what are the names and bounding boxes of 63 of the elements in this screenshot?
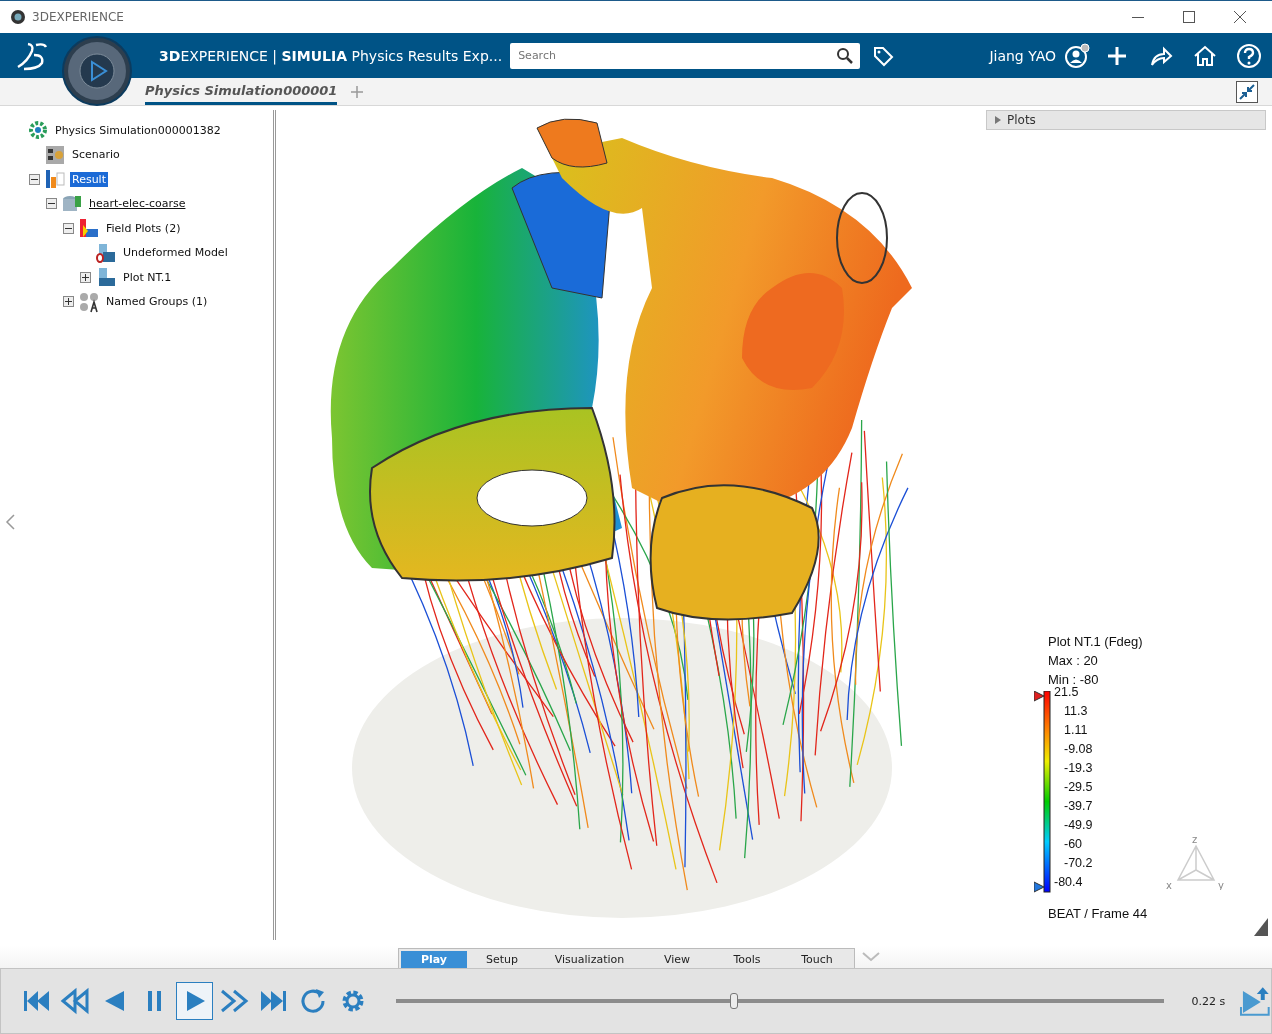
- scale-tick-label: -39.7: [1064, 798, 1093, 815]
- axis-label: x: [1166, 880, 1172, 890]
- collapse-icon[interactable]: [1236, 80, 1258, 103]
- scale-tick-label: -60: [1064, 836, 1084, 853]
- toolbar-tab[interactable]: Visualization: [537, 951, 642, 968]
- legend-max: Max : 20: [1048, 652, 1099, 670]
- tree-item[interactable]: Scenario: [70, 147, 122, 163]
- collapse-toggle-icon[interactable]: [46, 198, 57, 210]
- legend-title: Plot NT.1 (Fdeg): [1048, 633, 1144, 651]
- plots-panel-header[interactable]: Plots: [986, 110, 1266, 130]
- toolbar-tab[interactable]: View: [642, 951, 712, 968]
- tree-item[interactable]: Plot NT.1: [121, 269, 174, 285]
- scale-tick-label: 21.5: [1054, 684, 1080, 701]
- app-title: 3DEXPERIENCE | SIMULIA Physics Results Exp...: [159, 46, 503, 66]
- scale-tick-label: 1.11: [1064, 722, 1089, 739]
- frame-label: BEAT / Frame 44: [1048, 905, 1148, 923]
- legend-min: Min : -80: [1048, 671, 1100, 687]
- result-icon: [44, 168, 66, 191]
- scale-tick-label: -19.3: [1064, 760, 1093, 777]
- close-icon: [1233, 11, 1246, 23]
- expand-toggle-icon[interactable]: [63, 296, 74, 308]
- tree-item[interactable]: Field Plots (2): [104, 220, 183, 236]
- add-tab-icon[interactable]: [351, 85, 364, 98]
- scale-tick-label: -49.9: [1064, 817, 1093, 834]
- tree-item[interactable]: heart-elec-coarse: [87, 196, 188, 212]
- scale-tick-label: -70.2: [1064, 855, 1093, 872]
- expand-toggle-icon[interactable]: [80, 271, 91, 283]
- axis-label: z: [1192, 834, 1198, 845]
- scale-tick-label: 11.3: [1064, 703, 1089, 720]
- tree-item[interactable]: Physics Simulation000001382: [53, 122, 223, 138]
- scale-tick-label: -80.4: [1054, 874, 1084, 891]
- model-icon: [95, 241, 117, 264]
- play-button[interactable]: [175, 982, 214, 1020]
- help-icon[interactable]: [1236, 42, 1262, 69]
- resize-handle-icon[interactable]: [1254, 918, 1268, 936]
- caret-icon: [995, 116, 1001, 124]
- tree-item[interactable]: Undeformed Model: [121, 245, 230, 261]
- search-field[interactable]: Search: [510, 42, 861, 69]
- scale-tick-label: -9.08: [1064, 741, 1093, 758]
- app-icon: [10, 9, 26, 25]
- toolbar-tab[interactable]: Setup: [467, 951, 537, 968]
- scenario-icon: [44, 143, 66, 166]
- document-tab[interactable]: Physics Simulation000001: [145, 78, 338, 105]
- toolbar-tab[interactable]: Tools: [712, 951, 782, 968]
- time-label: 0.22 s: [1191, 994, 1226, 1008]
- scale-tick-label: -29.5: [1064, 779, 1093, 796]
- collapse-toggle-icon[interactable]: [29, 173, 40, 185]
- rewind-icon: [60, 986, 91, 1016]
- collapse-toggle-icon[interactable]: [63, 222, 74, 234]
- tree-item[interactable]: Named Groups (1): [104, 294, 210, 310]
- export-icon[interactable]: [1239, 985, 1271, 1017]
- search-icon[interactable]: [836, 46, 855, 65]
- tree-item[interactable]: Result: [70, 171, 108, 187]
- user-name[interactable]: Jiang YAO: [989, 47, 1056, 64]
- simulation-icon: [27, 119, 49, 142]
- toolbar-tab[interactable]: Touch: [782, 951, 852, 968]
- maximize-icon: [1182, 11, 1195, 23]
- window-title: 3DEXPERIENCE: [32, 10, 125, 24]
- field-plots-icon: [78, 217, 100, 240]
- slider-thumb[interactable]: [729, 993, 738, 1009]
- expand-panel-icon[interactable]: [4, 514, 16, 530]
- avatar-icon[interactable]: [1064, 42, 1090, 69]
- groups-icon: [78, 290, 100, 313]
